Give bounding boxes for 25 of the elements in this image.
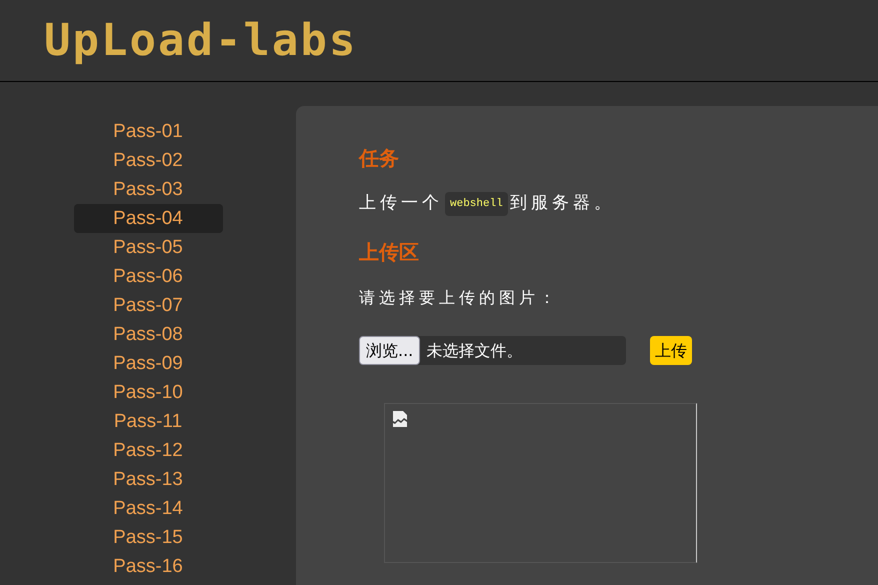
- pass-link[interactable]: Pass-05: [74, 233, 222, 262]
- pass-link[interactable]: Pass-12: [74, 436, 222, 465]
- pass-link[interactable]: Pass-11: [74, 407, 222, 436]
- pass-link[interactable]: Pass-03: [74, 175, 222, 204]
- pass-link[interactable]: Pass-15: [74, 523, 222, 552]
- pass-link[interactable]: Pass-16: [74, 552, 222, 581]
- task-text: 上传一个: [359, 192, 443, 216]
- site-logo[interactable]: UpLoad-labs: [44, 18, 358, 62]
- pass-link[interactable]: Pass-04: [74, 204, 222, 233]
- pass-link[interactable]: Pass-06: [74, 262, 222, 291]
- section-heading: 任务: [359, 145, 400, 172]
- upload-button[interactable]: 上传: [650, 336, 692, 365]
- pass-link[interactable]: Pass-10: [74, 378, 222, 407]
- pass-link[interactable]: Pass-02: [74, 146, 222, 175]
- pass-link[interactable]: Pass-13: [74, 465, 222, 494]
- code-snippet: webshell: [445, 192, 508, 216]
- section-heading: 上传区: [359, 239, 420, 266]
- task-text: 到服务器。: [510, 192, 615, 216]
- file-input[interactable]: 浏览... 未选择文件。: [359, 336, 626, 365]
- pass-link[interactable]: Pass-14: [74, 494, 222, 523]
- upload-prompt: 请选择要上传的图片：: [359, 287, 560, 309]
- pass-link[interactable]: Pass-09: [74, 349, 222, 378]
- pass-link[interactable]: Pass-01: [74, 117, 222, 146]
- pass-link[interactable]: Pass-08: [74, 320, 222, 349]
- pass-link[interactable]: Pass-07: [74, 291, 222, 320]
